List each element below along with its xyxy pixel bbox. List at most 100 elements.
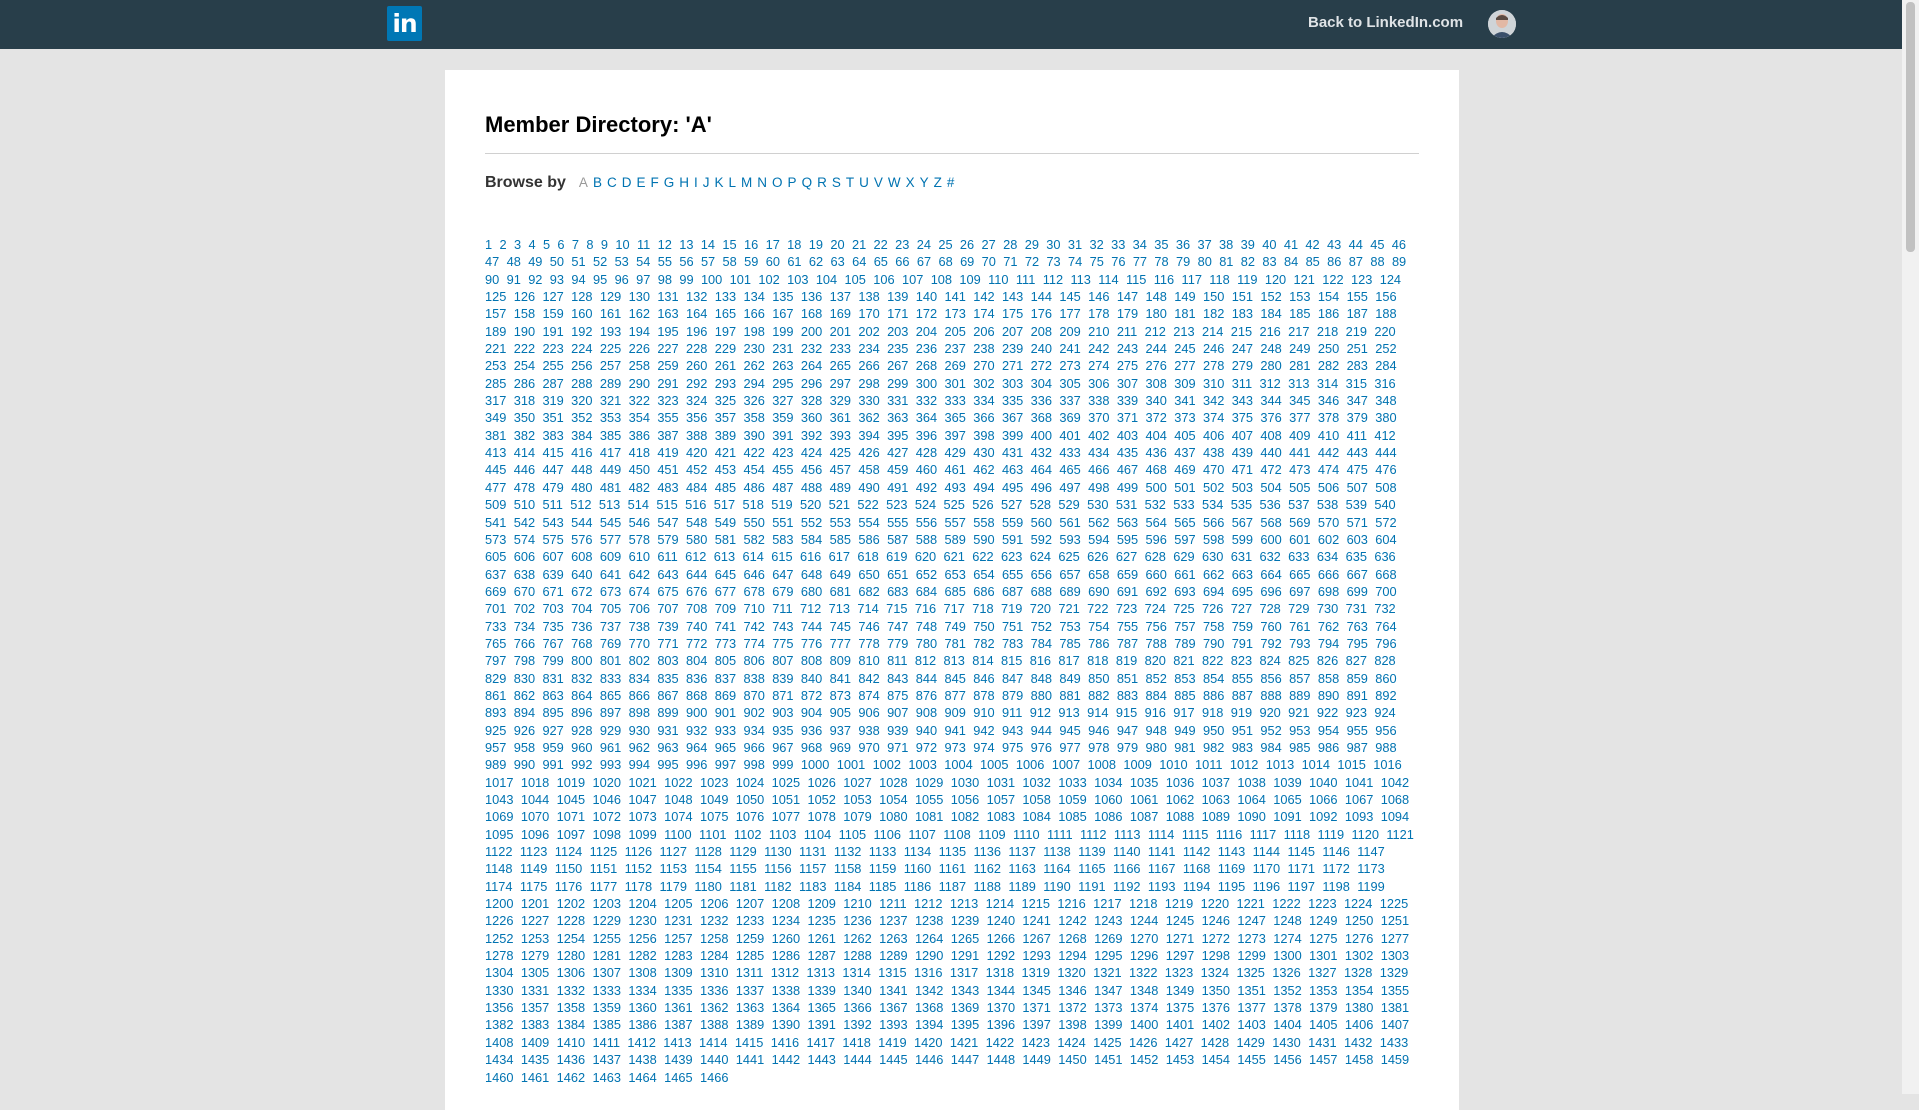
page-link[interactable]: 507 [1347,480,1368,495]
page-link[interactable]: 831 [542,671,563,686]
page-link[interactable]: 266 [858,358,879,373]
page-link[interactable]: 81 [1219,254,1233,269]
page-link[interactable]: 198 [743,324,764,339]
page-link[interactable]: 674 [629,584,650,599]
page-link[interactable]: 688 [1031,584,1052,599]
page-link[interactable]: 1165 [1078,861,1106,876]
page-link[interactable]: 1228 [557,913,585,928]
page-link[interactable]: 305 [1059,376,1080,391]
page-link[interactable]: 639 [542,567,563,582]
page-link[interactable]: 1388 [700,1017,728,1032]
page-link[interactable]: 885 [1174,688,1195,703]
page-link[interactable]: 634 [1317,549,1338,564]
page-link[interactable]: 1318 [986,965,1014,980]
page-link[interactable]: 540 [1374,497,1395,512]
page-link[interactable]: 535 [1231,497,1252,512]
page-link[interactable]: 389 [715,428,736,443]
page-link[interactable]: 816 [1030,653,1051,668]
page-link[interactable]: 873 [830,688,851,703]
page-link[interactable]: 533 [1173,497,1194,512]
page-link[interactable]: 60 [766,254,780,269]
page-link[interactable]: 971 [887,740,908,755]
page-link[interactable]: 861 [485,688,506,703]
page-link[interactable]: 1253 [521,931,549,946]
page-link[interactable]: 914 [1087,705,1108,720]
page-link[interactable]: 697 [1289,584,1310,599]
page-link[interactable]: 1291 [951,948,979,963]
page-link[interactable]: 530 [1087,497,1108,512]
page-link[interactable]: 257 [600,358,621,373]
page-link[interactable]: 565 [1174,515,1195,530]
page-link[interactable]: 625 [1058,549,1079,564]
page-link[interactable]: 214 [1202,324,1223,339]
page-link[interactable]: 611 [657,549,677,564]
page-link[interactable]: 848 [1031,671,1052,686]
page-link[interactable]: 763 [1347,619,1368,634]
page-link[interactable]: 548 [686,515,707,530]
page-link[interactable]: 459 [887,462,908,477]
page-link[interactable]: 984 [1260,740,1281,755]
page-link[interactable]: 526 [972,497,993,512]
page-link[interactable]: 1193 [1148,879,1176,894]
page-link[interactable]: 751 [1002,619,1023,634]
page-link[interactable]: 684 [916,584,937,599]
page-link[interactable]: 10 [615,237,629,252]
page-link[interactable]: 668 [1375,567,1396,582]
page-link[interactable]: 975 [1002,740,1023,755]
page-link[interactable]: 929 [600,723,621,738]
page-link[interactable]: 866 [629,688,650,703]
page-link[interactable]: 713 [829,601,850,616]
page-link[interactable]: 904 [801,705,822,720]
page-link[interactable]: 156 [1375,289,1396,304]
letter-link-z[interactable]: Z [934,175,942,190]
page-link[interactable]: 721 [1058,601,1079,616]
page-link[interactable]: 699 [1347,584,1368,599]
page-link[interactable]: 809 [830,653,851,668]
page-link[interactable]: 89 [1392,254,1406,269]
page-link[interactable]: 635 [1346,549,1367,564]
page-link[interactable]: 1305 [521,965,549,980]
page-link[interactable]: 702 [514,601,535,616]
page-link[interactable]: 1456 [1273,1052,1301,1067]
page-link[interactable]: 644 [686,567,707,582]
page-link[interactable]: 432 [1031,445,1052,460]
page-link[interactable]: 387 [657,428,678,443]
page-link[interactable]: 1448 [987,1052,1015,1067]
page-link[interactable]: 1335 [664,983,692,998]
page-link[interactable]: 32 [1089,237,1103,252]
page-link[interactable]: 1151 [590,861,618,876]
page-link[interactable]: 1032 [1022,775,1050,790]
page-link[interactable]: 1267 [1022,931,1050,946]
page-link[interactable]: 1083 [987,809,1015,824]
page-link[interactable]: 400 [1031,428,1052,443]
page-link[interactable]: 1418 [842,1035,870,1050]
page-link[interactable]: 566 [1203,515,1224,530]
page-link[interactable]: 1004 [944,757,972,772]
page-link[interactable]: 1200 [485,896,513,911]
page-link[interactable]: 541 [485,515,506,530]
page-link[interactable]: 1326 [1272,965,1300,980]
page-link[interactable]: 1203 [592,896,620,911]
page-link[interactable]: 839 [772,671,793,686]
page-link[interactable]: 300 [916,376,937,391]
page-link[interactable]: 1233 [736,913,764,928]
page-link[interactable]: 623 [1001,549,1022,564]
page-link[interactable]: 1340 [843,983,871,998]
page-link[interactable]: 1 [485,237,492,252]
page-link[interactable]: 602 [1318,532,1339,547]
page-link[interactable]: 455 [772,462,793,477]
page-link[interactable]: 59 [744,254,758,269]
page-link[interactable]: 138 [858,289,879,304]
letter-link-u[interactable]: U [859,175,869,190]
page-link[interactable]: 438 [1203,445,1224,460]
page-link[interactable]: 1352 [1273,983,1301,998]
page-link[interactable]: 506 [1318,480,1339,495]
page-link[interactable]: 768 [571,636,592,651]
page-link[interactable]: 127 [542,289,563,304]
page-link[interactable]: 1321 [1093,965,1121,980]
page-link[interactable]: 857 [1289,671,1310,686]
page-link[interactable]: 49 [528,254,542,269]
page-link[interactable]: 45 [1370,237,1384,252]
page-link[interactable]: 430 [973,445,994,460]
page-link[interactable]: 53 [615,254,629,269]
